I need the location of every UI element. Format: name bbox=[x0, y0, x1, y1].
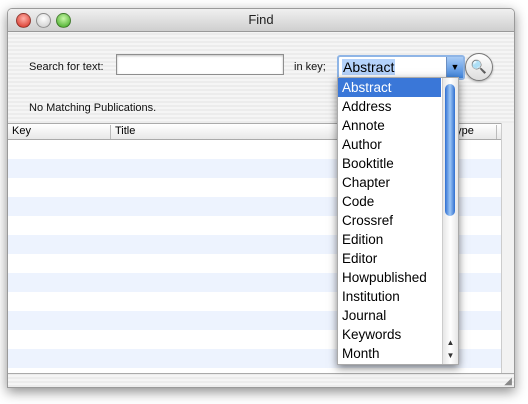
dropdown-option[interactable]: Month bbox=[338, 344, 441, 363]
search-label: Search for text: bbox=[29, 61, 104, 73]
scroll-down-icon[interactable]: ▼ bbox=[443, 351, 458, 363]
dropdown-scrollbar[interactable]: ▲ ▼ bbox=[442, 78, 458, 364]
key-dropdown-list[interactable]: Abstract Address Annote Author Booktitle Chap… bbox=[337, 77, 459, 365]
dropdown-option[interactable]: Address bbox=[338, 97, 441, 116]
bottom-bar: ◢ bbox=[8, 373, 514, 387]
column-header-key[interactable]: Key bbox=[8, 125, 111, 139]
dropdown-option[interactable]: Abstract bbox=[338, 78, 441, 97]
dropdown-option[interactable]: Editor bbox=[338, 249, 441, 268]
vertical-scrollbar[interactable] bbox=[501, 123, 514, 373]
search-button[interactable]: 🔍 bbox=[465, 53, 493, 81]
magnifier-icon: 🔍 bbox=[470, 59, 488, 74]
dropdown-option[interactable]: Crossref bbox=[338, 211, 441, 230]
dropdown-option[interactable]: Chapter bbox=[338, 173, 441, 192]
scroll-up-icon[interactable]: ▲ bbox=[443, 338, 458, 350]
dropdown-option[interactable]: Author bbox=[338, 135, 441, 154]
dropdown-option[interactable]: Code bbox=[338, 192, 441, 211]
dropdown-option[interactable]: Booktitle bbox=[338, 154, 441, 173]
key-combo-value[interactable]: Abstract bbox=[342, 59, 396, 75]
status-text: No Matching Publications. bbox=[29, 102, 157, 114]
dropdown-option[interactable]: Howpublished bbox=[338, 268, 441, 287]
window-title: Find bbox=[248, 12, 274, 27]
dropdown-option[interactable]: Annote bbox=[338, 116, 441, 135]
title-bar[interactable]: Find bbox=[8, 9, 514, 32]
dropdown-option[interactable]: Institution bbox=[338, 287, 441, 306]
search-input[interactable] bbox=[116, 54, 284, 75]
scroll-thumb[interactable] bbox=[445, 84, 455, 216]
dropdown-option[interactable]: Edition bbox=[338, 230, 441, 249]
dropdown-option[interactable]: Keywords bbox=[338, 325, 441, 344]
resize-grip-icon[interactable]: ◢ bbox=[504, 376, 512, 387]
key-label: in key; bbox=[294, 61, 326, 73]
chevron-down-icon[interactable]: ▼ bbox=[446, 57, 463, 78]
dropdown-option[interactable]: Journal bbox=[338, 306, 441, 325]
